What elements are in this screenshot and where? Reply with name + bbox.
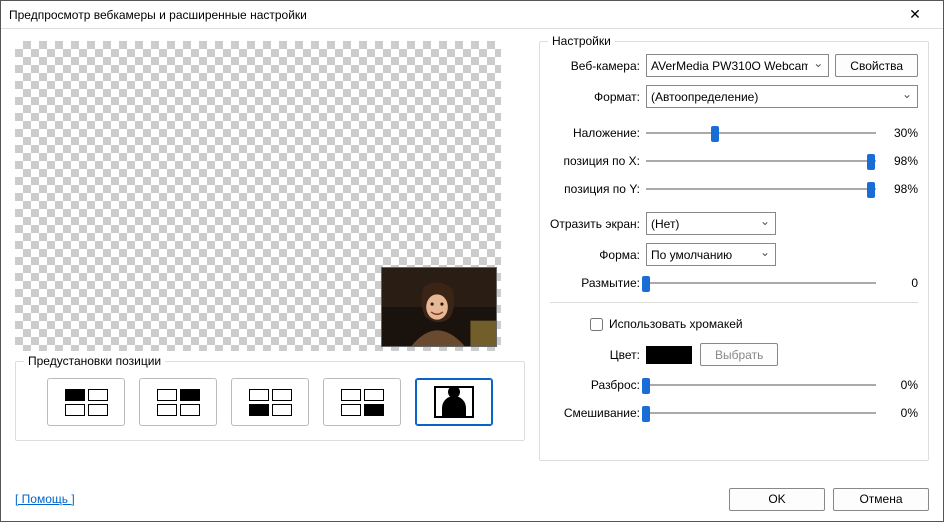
- chroma-label: Использовать хромакей: [609, 317, 743, 331]
- posy-value: 98%: [884, 182, 918, 196]
- format-select[interactable]: (Автоопределение): [646, 85, 918, 108]
- cancel-button[interactable]: Отмена: [833, 488, 929, 511]
- properties-button[interactable]: Свойства: [835, 54, 918, 77]
- chroma-checkbox[interactable]: [590, 318, 603, 331]
- shape-label: Форма:: [550, 248, 646, 262]
- webcam-overlay-image: [381, 267, 497, 347]
- pick-color-button[interactable]: Выбрать: [700, 343, 778, 366]
- spread-label: Разброс:: [550, 378, 646, 392]
- posx-slider[interactable]: [646, 152, 876, 170]
- blur-value: 0: [884, 276, 918, 290]
- overlay-value: 30%: [884, 126, 918, 140]
- posx-label: позиция по X:: [550, 154, 646, 168]
- webcam-preview: [15, 41, 501, 351]
- titlebar: Предпросмотр вебкамеры и расширенные нас…: [1, 1, 943, 29]
- spread-value: 0%: [884, 378, 918, 392]
- color-swatch[interactable]: [646, 346, 692, 364]
- divider: [550, 302, 918, 303]
- presets-legend: Предустановки позиции: [24, 354, 165, 368]
- window-title: Предпросмотр вебкамеры и расширенные нас…: [9, 8, 895, 22]
- posy-label: позиция по Y:: [550, 182, 646, 196]
- shape-select[interactable]: По умолчанию: [646, 243, 776, 266]
- color-label: Цвет:: [550, 348, 646, 362]
- format-label: Формат:: [550, 90, 646, 104]
- blur-label: Размытие:: [550, 276, 646, 290]
- settings-legend: Настройки: [548, 34, 615, 48]
- ok-button[interactable]: OK: [729, 488, 825, 511]
- overlay-label: Наложение:: [550, 126, 646, 140]
- webcam-label: Веб-камера:: [550, 59, 646, 73]
- help-link[interactable]: [ Помощь ]: [15, 492, 75, 506]
- preset-top-right[interactable]: [139, 378, 217, 426]
- posx-value: 98%: [884, 154, 918, 168]
- spread-slider[interactable]: [646, 376, 876, 394]
- preset-fullscreen[interactable]: [415, 378, 493, 426]
- preset-bottom-left[interactable]: [231, 378, 309, 426]
- blend-value: 0%: [884, 406, 918, 420]
- preset-bottom-right[interactable]: [323, 378, 401, 426]
- blend-slider[interactable]: [646, 404, 876, 422]
- blur-slider[interactable]: [646, 274, 876, 292]
- mirror-select[interactable]: (Нет): [646, 212, 776, 235]
- mirror-label: Отразить экран:: [550, 217, 646, 231]
- close-icon[interactable]: ✕: [895, 6, 935, 23]
- overlay-slider[interactable]: [646, 124, 876, 142]
- blend-label: Смешивание:: [550, 406, 646, 420]
- webcam-select[interactable]: AVerMedia PW310O Webcam: [646, 54, 829, 77]
- preset-top-left[interactable]: [47, 378, 125, 426]
- posy-slider[interactable]: [646, 180, 876, 198]
